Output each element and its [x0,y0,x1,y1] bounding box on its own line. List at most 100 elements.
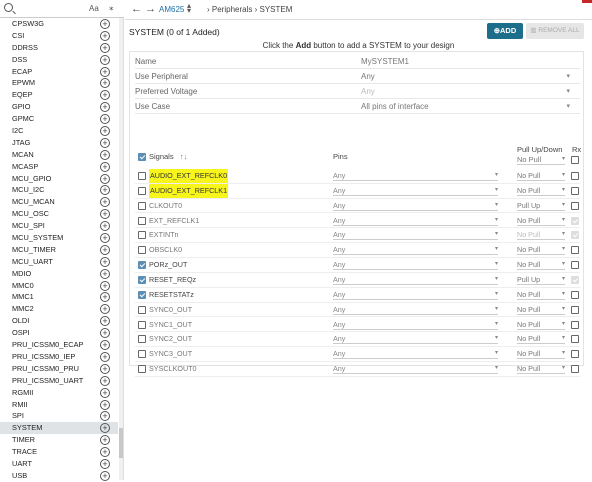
add-circle-icon[interactable]: + [100,316,110,327]
pin-select[interactable]: Any ▾ [333,274,498,285]
add-circle-icon[interactable]: + [100,90,110,101]
sidebar-item[interactable]: GPIO + [0,101,118,113]
signal-checkbox[interactable] [138,365,146,374]
signal-checkbox[interactable] [138,231,146,240]
field-value[interactable]: All pins of interface ▾ [361,100,576,114]
sidebar-item[interactable]: DDRSS + [0,42,118,54]
add-circle-icon[interactable]: + [100,102,110,113]
add-circle-icon[interactable]: + [100,351,110,362]
signal-checkbox[interactable] [138,172,146,180]
sidebar-item[interactable]: MCU_GPIO + [0,173,118,185]
match-case-toggle[interactable]: Aa [89,4,99,13]
sidebar-item[interactable]: CPSW3G + [0,18,118,30]
sidebar-item[interactable]: MCU_SYSTEM + [0,232,118,244]
add-circle-icon[interactable]: + [100,399,110,410]
pin-select[interactable]: Any ▾ [333,229,498,241]
pull-select[interactable]: Pull Up ▾ [517,200,565,211]
add-circle-icon[interactable]: + [100,423,110,434]
add-button[interactable]: ⊕ADD [487,23,523,39]
pull-select[interactable]: No Pull ▾ [517,333,565,345]
sidebar-item[interactable]: TIMER + [0,434,118,446]
signal-checkbox[interactable] [138,246,146,255]
add-circle-icon[interactable]: + [100,411,110,422]
sidebar-item[interactable]: EQEP + [0,89,118,101]
add-circle-icon[interactable]: + [100,173,110,184]
signal-checkbox[interactable] [138,261,146,270]
device-selector[interactable]: AM625 [159,5,184,14]
pull-select[interactable]: No Pull ▾ [517,348,565,360]
add-circle-icon[interactable]: + [100,268,110,279]
sidebar-item[interactable]: EPWM + [0,77,118,89]
add-circle-icon[interactable]: + [100,304,110,315]
pin-select[interactable]: Any ▾ [333,333,498,345]
pin-select[interactable]: Any ▾ [333,319,498,330]
add-circle-icon[interactable]: + [100,137,110,148]
pull-select[interactable]: No Pull ▾ [517,319,565,330]
pull-select[interactable]: No Pull ▾ [517,170,565,181]
sidebar-item[interactable]: RMII + [0,399,118,411]
add-circle-icon[interactable]: + [100,197,110,208]
rx-checkbox[interactable] [571,172,579,180]
sidebar-item[interactable]: PRU_ICSSM0_IEP + [0,351,118,363]
pin-select[interactable]: Any ▾ [333,289,498,300]
pull-select[interactable]: No Pull ▾ [517,304,565,315]
signal-checkbox[interactable] [138,335,146,344]
scrollbar-thumb[interactable] [119,428,123,458]
sidebar-item[interactable]: MCU_OSC + [0,208,118,220]
add-circle-icon[interactable]: + [100,233,110,244]
pin-select[interactable]: Any ▾ [333,215,498,226]
add-circle-icon[interactable]: + [100,221,110,232]
pull-select[interactable]: No Pull ▾ [517,215,565,226]
back-button[interactable]: ← [131,3,142,15]
rx-checkbox[interactable] [571,290,579,299]
add-circle-icon[interactable]: + [100,375,110,386]
sidebar-item[interactable]: JTAG + [0,137,118,149]
sidebar-item[interactable]: SPI + [0,410,118,422]
sidebar-item[interactable]: MMC2 + [0,303,118,315]
pin-select[interactable]: Any ▾ [333,348,498,360]
sidebar-item[interactable]: MCU_SPI + [0,220,118,232]
add-circle-icon[interactable]: + [100,363,110,374]
signal-checkbox[interactable] [138,320,146,329]
signal-checkbox[interactable] [138,275,146,284]
sidebar-item[interactable]: PRU_ICSSM0_UART + [0,375,118,387]
sidebar-item[interactable]: RGMII + [0,387,118,399]
rx-checkbox[interactable] [571,201,579,210]
add-circle-icon[interactable]: + [100,185,110,196]
sidebar-item[interactable]: OSPI + [0,327,118,339]
pull-select[interactable]: No Pull ▾ [517,259,565,271]
pull-select[interactable]: Pull Up ▾ [517,274,565,285]
add-circle-icon[interactable]: + [100,328,110,339]
sidebar-item[interactable]: I2C + [0,125,118,137]
pull-all-select[interactable]: No Pull ▾ [517,155,565,165]
add-circle-icon[interactable]: + [100,149,110,160]
signal-checkbox[interactable] [138,305,146,314]
pull-select[interactable]: No Pull ▾ [517,363,565,375]
sidebar-item[interactable]: MCU_I2C + [0,184,118,196]
field-value[interactable]: MySYSTEM1 [361,55,576,69]
pin-select[interactable]: Any ▾ [333,259,498,271]
select-all-signals-checkbox[interactable] [138,153,146,161]
add-circle-icon[interactable]: + [100,114,110,125]
add-circle-icon[interactable]: + [100,340,110,351]
add-circle-icon[interactable]: + [100,78,110,89]
add-circle-icon[interactable]: + [100,292,110,303]
signal-checkbox[interactable] [138,216,146,225]
signal-checkbox[interactable] [138,350,146,359]
device-stepper-icon[interactable]: ▴ ▾ [187,2,191,15]
rx-checkbox[interactable] [571,305,579,314]
sidebar-item[interactable]: SYSTEM + [0,422,118,435]
signal-checkbox[interactable] [138,201,146,210]
pin-select[interactable]: Any ▾ [333,363,498,375]
sidebar-item[interactable]: PRU_ICSSM0_PRU + [0,363,118,375]
sidebar-item[interactable]: MMC1 + [0,291,118,303]
rx-checkbox[interactable] [571,365,579,374]
pull-select[interactable]: No Pull ▾ [517,244,565,256]
rx-checkbox[interactable] [571,261,579,270]
sidebar-item[interactable]: MCASP + [0,161,118,173]
add-circle-icon[interactable]: + [100,280,110,291]
rx-checkbox[interactable] [571,350,579,359]
add-circle-icon[interactable]: + [100,470,110,481]
sidebar-item[interactable]: TRACE + [0,446,118,458]
sidebar-item[interactable]: MCU_UART + [0,256,118,268]
